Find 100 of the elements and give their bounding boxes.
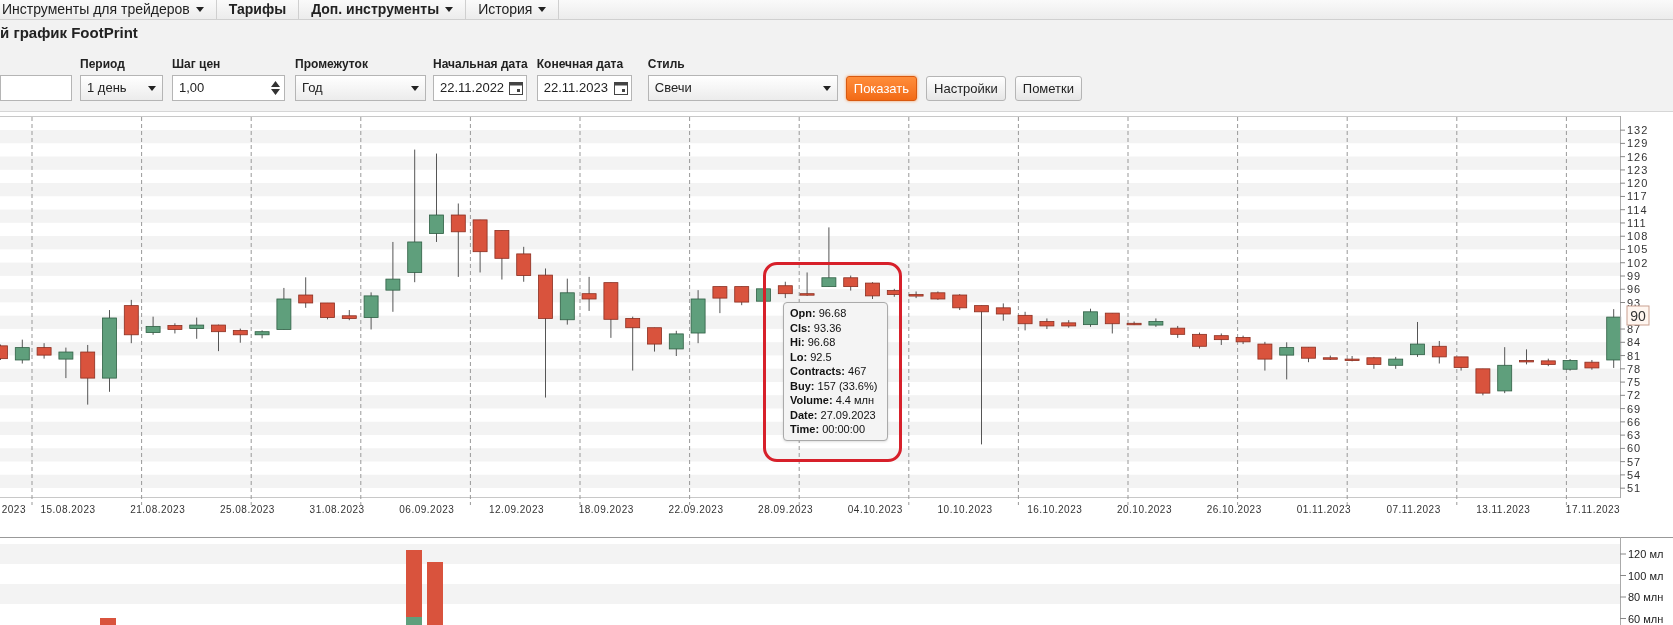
axis-label: 69 xyxy=(1627,402,1642,415)
candlestick xyxy=(363,291,379,330)
axis-label: 26.10.2023 xyxy=(1206,504,1262,515)
calendar-icon[interactable] xyxy=(612,80,629,96)
axis-label: 63 xyxy=(1627,429,1642,442)
tooltip-row-text: Cls: 93.36 xyxy=(790,320,843,335)
axis-label: 16.10.2023 xyxy=(1027,504,1083,515)
nav-menu-item[interactable]: Доп. инструменты xyxy=(299,0,467,19)
candlestick xyxy=(1257,341,1273,372)
axis-label: 2023 xyxy=(1,504,26,515)
axis-label: 17.11.2023 xyxy=(1565,504,1621,515)
field-label: Конечная дата xyxy=(536,56,625,70)
axis-label: 87 xyxy=(1627,323,1642,336)
axis-label: 06.09.2023 xyxy=(399,504,455,515)
spinner-arrows-icon[interactable] xyxy=(271,81,280,95)
axis-label: 120 мл xyxy=(1628,548,1664,560)
tooltip-row-text: Date: 27.09.2023 xyxy=(790,407,877,422)
axis-label: 75 xyxy=(1627,376,1642,389)
candlestick xyxy=(625,316,641,372)
action-button[interactable]: Пометки xyxy=(1014,76,1082,101)
axis-label: 15.08.2023 xyxy=(40,504,96,515)
axis-label: 80 млн xyxy=(1628,591,1664,603)
candlestick xyxy=(908,290,924,299)
candlestick xyxy=(821,226,837,288)
candlestick xyxy=(385,241,401,313)
axis-label: 120 xyxy=(1627,177,1649,190)
tooltip-row-text: Time: 00:00:00 xyxy=(790,422,866,437)
axis-label: 04.10.2023 xyxy=(847,504,903,515)
dropdown[interactable]: 1 день xyxy=(80,75,163,101)
axis-label: 100 мл xyxy=(1628,569,1664,582)
candlestick xyxy=(189,317,205,340)
axis-label: 20.10.2023 xyxy=(1116,504,1172,515)
candlestick xyxy=(581,276,597,312)
candlestick xyxy=(1104,312,1120,334)
tooltip-row-text: Opn: 96.68 xyxy=(790,306,848,321)
nav-menu-item[interactable]: История xyxy=(466,0,560,19)
candlestick xyxy=(1083,308,1098,328)
axis-label: 12.09.2023 xyxy=(489,504,545,515)
candlestick xyxy=(1279,341,1295,380)
candlestick xyxy=(647,327,662,353)
axis-label: 51 xyxy=(1627,482,1642,495)
tooltip-row-text: Buy: 157 (33.6%) xyxy=(790,378,879,393)
axis-label: 28.09.2023 xyxy=(758,504,814,515)
axis-label: 21.08.2023 xyxy=(130,504,186,515)
candlestick xyxy=(1039,317,1055,330)
caret-icon xyxy=(822,85,831,91)
axis-label: 60 xyxy=(1627,442,1642,455)
tooltip-row-text: Contracts: 467 xyxy=(790,364,868,379)
text-field[interactable] xyxy=(0,75,72,101)
nav-menu-item[interactable]: Инструменты для трейдеров xyxy=(0,0,217,19)
candlestick xyxy=(211,324,226,352)
axis-label: 99 xyxy=(1627,270,1642,282)
axis-label: 01.11.2023 xyxy=(1296,504,1352,515)
tooltip-row-text: Volume: 4.4 млн xyxy=(790,393,876,408)
axis-label: 105 xyxy=(1627,243,1649,256)
nav-menu-item[interactable]: Тарифы xyxy=(216,0,300,19)
candlestick xyxy=(254,329,270,339)
current-price-label: 90 xyxy=(1626,305,1650,326)
axis-label: 114 xyxy=(1627,203,1648,216)
dropdown[interactable]: Свечи xyxy=(647,75,838,101)
tooltip-row-text: Lo: 92.5 xyxy=(790,349,833,364)
candlestick xyxy=(36,342,52,360)
candlestick xyxy=(668,330,684,357)
axis-label: 117 xyxy=(1627,190,1648,203)
axis-label: 22.09.2023 xyxy=(668,504,724,515)
axis-label: 123 xyxy=(1627,163,1649,176)
axis-label: 07.11.2023 xyxy=(1386,504,1441,515)
candlestick xyxy=(799,271,815,297)
candlestick xyxy=(298,276,314,309)
number-field[interactable]: 1,00 xyxy=(172,75,285,101)
tooltip-row-text: Hi: 96.68 xyxy=(790,335,837,350)
axis-label: 13.11.2023 xyxy=(1476,504,1531,515)
axis-label: 72 xyxy=(1627,389,1642,402)
caret-icon xyxy=(538,7,547,12)
axis-label: 54 xyxy=(1627,468,1642,481)
axis-label: 132 xyxy=(1627,124,1649,137)
caret-icon xyxy=(445,7,454,12)
axis-label: 108 xyxy=(1627,230,1649,243)
field-label: Шаг цен xyxy=(172,56,222,70)
candlestick xyxy=(145,316,161,336)
calendar-icon[interactable] xyxy=(508,80,524,96)
date-field[interactable]: 22.11.2023 xyxy=(536,75,632,101)
candlestick xyxy=(1431,340,1447,365)
axis-label: 18.09.2023 xyxy=(578,504,634,515)
dropdown[interactable]: Год xyxy=(295,75,426,101)
date-field[interactable]: 22.11.2022 xyxy=(433,75,527,101)
field-label: Начальная дата xyxy=(433,56,528,70)
axis-label: 57 xyxy=(1627,455,1642,468)
action-button[interactable]: Настройки xyxy=(926,76,1006,101)
axis-label: 111 xyxy=(1627,216,1647,229)
candlestick xyxy=(1148,317,1164,328)
candlestick xyxy=(14,339,30,365)
caret-icon xyxy=(195,7,204,12)
field-label: Период xyxy=(80,56,126,70)
axis-label: 129 xyxy=(1627,137,1649,150)
candlestick xyxy=(429,153,444,243)
axis-label: 10.10.2023 xyxy=(937,504,993,515)
axis-label: 25.08.2023 xyxy=(219,504,275,515)
axis-label: 81 xyxy=(1627,349,1642,362)
candlestick xyxy=(167,322,183,334)
